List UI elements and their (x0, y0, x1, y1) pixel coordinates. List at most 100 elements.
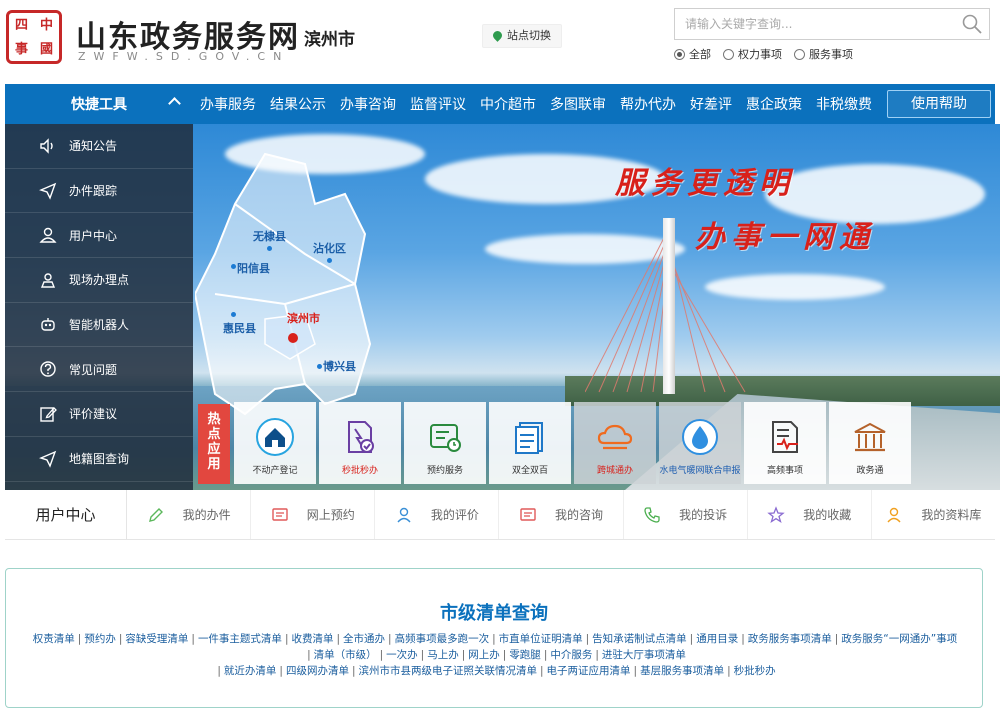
nav-item-agency-market[interactable]: 中介超市 (473, 94, 543, 114)
help-button[interactable]: 使用帮助 (887, 90, 991, 118)
app-tile-high-frequency[interactable]: 高频事项 (744, 402, 826, 484)
city-list-link[interactable]: 全市通办 (343, 633, 385, 645)
scope-radio-power[interactable]: 权力事项 (723, 46, 782, 62)
city-list-link[interactable]: 高频事项最多跑一次 (395, 633, 490, 645)
side-item-notice[interactable]: 通知公告 (5, 124, 193, 169)
user-link-complaints[interactable]: 我的投诉 (624, 490, 748, 539)
city-list-link[interactable]: 预约办 (84, 633, 116, 645)
seal-char: 四 (14, 17, 28, 33)
side-item-label: 智能机器人 (69, 318, 130, 333)
app-tile-instant-approval[interactable]: 秒批秒办 (319, 402, 401, 484)
city-list-link[interactable]: 网上办 (468, 649, 500, 661)
nav-item-rating[interactable]: 好差评 (683, 94, 739, 114)
city-list-line: 权责清单 | 预约办 | 容缺受理清单 | 一件事主题式清单 | 收费清单 | 全市通办 | 高频事项最… (6, 631, 984, 647)
nav-item-proxy[interactable]: 帮办代办 (613, 94, 683, 114)
site-switch-label: 站点切换 (507, 29, 551, 42)
city-list-link[interactable]: 告知承诺制试点清单 (592, 633, 687, 645)
seal-char: 中 (39, 17, 53, 33)
map-label-wudi: 无棣县 (253, 230, 286, 243)
map-label-binzhou: 滨州市 (287, 312, 320, 325)
app-tile-real-estate[interactable]: 不动产登记 (234, 402, 316, 484)
app-label: 不动产登记 (252, 466, 298, 476)
user-link-label: 我的咨询 (554, 508, 603, 522)
city-list-link[interactable]: 容缺受理清单 (125, 633, 188, 645)
nav-item-multi-review[interactable]: 多图联审 (543, 94, 613, 114)
city-list-link[interactable]: 政务服务“一网通办”事项 (841, 633, 957, 645)
user-link-label: 我的投诉 (679, 508, 728, 522)
city-list-link[interactable]: 滨州市市县两级电子证照关联情况清单 (359, 665, 538, 677)
city-list-link[interactable]: 通用目录 (696, 633, 738, 645)
hot-apps: 不动产登记 秒批秒办 预约服务 双全双百 跨城通办 水电气暖网联合申报 高频事项… (234, 402, 911, 484)
side-item-faq[interactable]: 常见问题 (5, 347, 193, 393)
user-link-booking[interactable]: 网上预约 (251, 490, 376, 539)
search-icon[interactable] (961, 13, 983, 35)
map-label-huimin: 惠民县 (223, 322, 256, 335)
app-label: 跨城通办 (596, 466, 633, 476)
user-link-favorites[interactable]: 我的收藏 (748, 490, 872, 539)
search-input[interactable] (675, 9, 945, 39)
nav-item-policy[interactable]: 惠企政策 (739, 94, 809, 114)
city-list-link[interactable]: 进驻大厅事项清单 (602, 649, 686, 661)
nav-item-supervision[interactable]: 监督评议 (403, 94, 473, 114)
city-list-link[interactable]: 中介服务 (550, 649, 592, 661)
user-link-label: 我的收藏 (803, 508, 852, 522)
cloud-icon (597, 424, 633, 450)
separator: | (307, 649, 311, 661)
side-item-tracking[interactable]: 办件跟踪 (5, 169, 193, 214)
map-label-boxing: 博兴县 (323, 360, 356, 373)
city-list-link[interactable]: 市直单位证明清单 (499, 633, 583, 645)
nav-item-consult[interactable]: 办事咨询 (333, 94, 403, 114)
map-dot (267, 246, 272, 251)
radio-dot[interactable] (794, 48, 805, 60)
app-tile-cross-city[interactable]: 跨城通办 (574, 402, 656, 484)
city-list-link[interactable]: 就近办清单 (224, 665, 277, 677)
nav-item-services[interactable]: 办事服务 (193, 94, 263, 114)
nav-item-results[interactable]: 结果公示 (263, 94, 333, 114)
radio-dot[interactable] (674, 48, 685, 60)
logo-seal: 四 中 事 國 (6, 10, 62, 64)
city-list-link[interactable]: 秒批秒办 (734, 665, 776, 677)
city-list-link[interactable]: 电子两证应用清单 (547, 665, 631, 677)
radio-dot[interactable] (723, 48, 734, 60)
separator: | (191, 633, 195, 645)
map-label-zhanhua: 沾化区 (313, 242, 346, 255)
app-tile-utilities[interactable]: 水电气暖网联合申报 (659, 402, 741, 484)
separator: | (351, 665, 356, 677)
side-item-onsite[interactable]: 现场办理点 (5, 258, 193, 303)
side-item-robot[interactable]: 智能机器人 (5, 303, 193, 348)
scope-radio-all[interactable]: 全部 (674, 46, 711, 62)
city-list-link[interactable]: 四级网办清单 (286, 665, 349, 677)
city-list-link[interactable]: 一次办 (386, 649, 418, 661)
app-label: 秒批秒办 (341, 466, 378, 476)
nav-item-fees[interactable]: 非税缴费 (809, 94, 879, 114)
quick-tools-label: 快捷工具 (71, 97, 127, 113)
side-item-cadastral[interactable]: 地籍图查询 (5, 437, 193, 482)
side-item-user-center[interactable]: 用户中心 (5, 213, 193, 259)
user-link-ratings[interactable]: 我的评价 (375, 490, 500, 539)
city-list-link[interactable]: 收费清单 (291, 633, 333, 645)
city-list-link[interactable]: 清单（市级） (314, 649, 377, 661)
city-list-link[interactable]: 权责清单 (33, 633, 75, 645)
city-list-title: 市级清单查询 (440, 603, 548, 624)
city-list-link[interactable]: 基层服务事项清单 (640, 665, 724, 677)
app-tile-gov-pass[interactable]: 政务通 (829, 402, 911, 484)
scope-label: 服务事项 (809, 48, 853, 61)
quick-tools-toggle[interactable]: 快捷工具 (5, 84, 193, 124)
side-item-feedback[interactable]: 评价建议 (5, 392, 193, 437)
app-tile-double-full[interactable]: 双全双百 (489, 402, 571, 484)
city-list-link[interactable]: 马上办 (427, 649, 459, 661)
city-list-link[interactable]: 零跑腿 (509, 649, 541, 661)
app-label: 双全双百 (511, 466, 548, 476)
user-link-my-cases[interactable]: 我的办件 (127, 490, 252, 539)
app-tile-appointment[interactable]: 预约服务 (404, 402, 486, 484)
site-switch-button[interactable]: 站点切换 (482, 24, 562, 48)
scope-radio-service[interactable]: 服务事项 (794, 46, 853, 62)
user-link-documents[interactable]: 我的资料库 (872, 490, 995, 539)
scope-label: 权力事项 (738, 48, 782, 61)
separator: | (77, 633, 82, 645)
city-list-link[interactable]: 政务服务事项清单 (748, 633, 832, 645)
city-list-link[interactable]: 一件事主题式清单 (198, 633, 282, 645)
user-link-consultations[interactable]: 我的咨询 (499, 490, 624, 539)
main-nav: 快捷工具 办事服务 结果公示 办事咨询 监督评议 中介超市 多图联审 帮办代办 … (5, 84, 995, 124)
hot-apps-label-text: 热点应用 (207, 412, 221, 472)
